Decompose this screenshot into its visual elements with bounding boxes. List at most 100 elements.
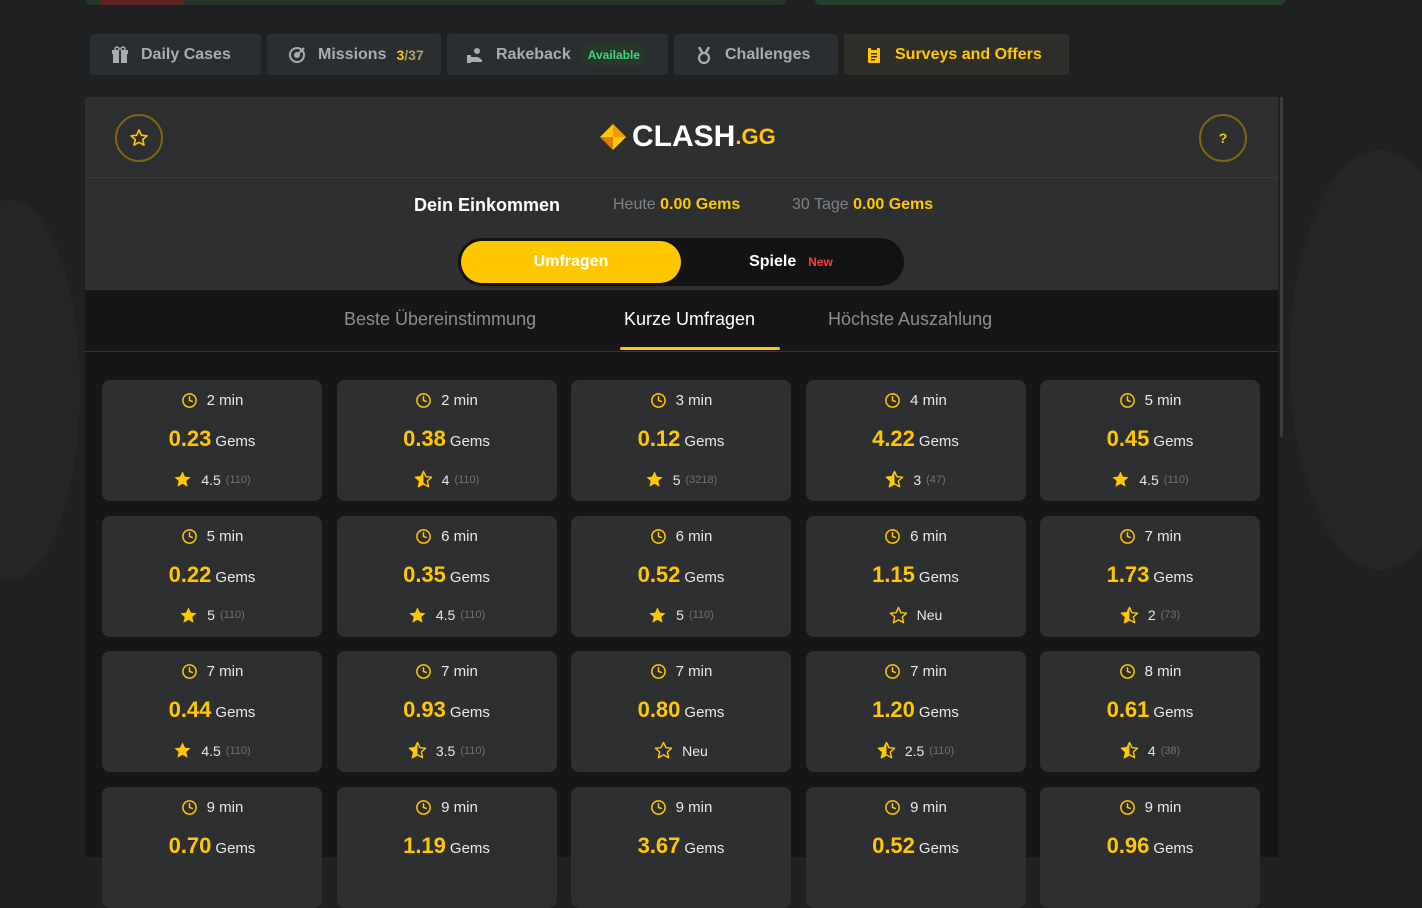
help-button[interactable]: ? [1199,114,1247,162]
survey-card[interactable]: 9 min 0.96 Gems [1040,786,1260,908]
duration-value: 8 min [1144,663,1182,680]
reward-value: 3.67 [637,832,681,858]
duration-value: 7 min [675,663,713,680]
reward-unit: Gems [449,433,490,450]
star-icon [646,471,663,487]
income-today-label: Heute [613,196,656,213]
survey-card[interactable]: 9 min 0.52 Gems [805,786,1026,908]
toggle-umfragen[interactable]: Umfragen [461,241,681,283]
survey-card[interactable]: 9 min 1.19 Gems [336,786,557,908]
rating-count: (110) [1163,473,1189,486]
tab-challenges[interactable]: Challenges [674,34,838,75]
missions-count: 3/37 [396,47,423,63]
background-decoration [0,200,80,580]
duration-value: 6 min [441,527,478,545]
survey-card[interactable]: 7 min 1.20 Gems 2.5 (110) [805,651,1026,772]
survey-card[interactable]: 7 min 1.73 Gems 2 (73) [1040,515,1260,637]
logo-text: CLASH [632,120,736,153]
survey-duration: 6 min [806,528,1026,545]
survey-reward: 0.23 Gems [102,426,322,452]
survey-rating: 4 (110) [337,470,557,489]
survey-reward: 0.93 Gems [337,697,557,723]
reward-unit: Gems [1153,839,1194,857]
scrollbar[interactable] [1280,97,1283,437]
reward-value: 0.70 [168,832,212,858]
survey-reward: 1.20 Gems [806,697,1026,723]
reward-unit: Gems [684,568,725,586]
duration-value: 6 min [675,527,713,545]
rating-value: Neu [682,742,708,759]
reward-value: 0.93 [403,697,446,722]
clock-icon [650,799,666,815]
clock-icon [416,799,432,815]
clock-icon [885,393,901,408]
income-today: Heute 0.00 Gems [613,196,740,214]
survey-rating: 4.5 (110) [102,741,322,760]
survey-reward: 0.96 Gems [1040,833,1260,859]
star-icon [649,606,666,623]
duration-value: 9 min [441,798,478,816]
tab-highest-payout[interactable]: Höchste Auszahlung [828,309,992,330]
clock-icon [181,528,197,544]
star-icon [180,606,197,623]
clock-icon [885,528,901,544]
tab-daily-cases[interactable]: Daily Cases [90,34,261,75]
tab-surveys-and-offers[interactable]: Surveys and Offers [844,34,1069,75]
survey-card[interactable]: 5 min 0.45 Gems 4.5 (110) [1040,380,1260,501]
tab-short-surveys[interactable]: Kurze Umfragen [624,309,755,330]
reward-unit: Gems [449,839,490,857]
reward-value: 0.52 [637,561,681,587]
survey-card[interactable]: 5 min 0.22 Gems 5 (110) [102,515,322,637]
income-summary: Dein Einkommen Heute 0.00 Gems 30 Tage 0… [85,195,1278,217]
survey-card[interactable]: 2 min 0.38 Gems 4 (110) [336,380,557,501]
rating-value: 3.5 [435,742,456,759]
reward-value: 1.19 [403,832,446,858]
target-icon [288,46,306,64]
rating-count: (110) [454,473,480,486]
survey-reward: 4.22 Gems [806,426,1026,452]
half-star-icon [408,741,427,759]
half-star-icon [414,470,432,488]
tab-rakeback[interactable]: Rakeback Available [447,34,668,75]
new-badge: New [808,255,833,269]
survey-card[interactable]: 3 min 0.12 Gems 5 (3218) [571,380,791,501]
survey-reward: 0.44 Gems [102,697,322,723]
rating-count: (110) [225,473,251,486]
survey-reward: 1.15 Gems [806,562,1026,588]
survey-rating: 4.5 (110) [1040,470,1260,489]
survey-card[interactable]: 6 min 0.35 Gems 4.5 (110) [336,515,557,637]
reward-value: 0.45 [1106,426,1150,451]
reward-value: 0.80 [637,697,681,722]
survey-card[interactable]: 7 min 0.93 Gems 3.5 (110) [336,651,557,772]
survey-rating: Neu [571,741,791,760]
tab-missions[interactable]: Missions 3/37 [267,34,441,75]
reward-value: 0.52 [872,832,915,858]
survey-card[interactable]: 4 min 4.22 Gems 3 (47) [805,380,1026,501]
survey-card[interactable]: 2 min 0.23 Gems 4.5 (110) [102,380,322,501]
survey-card[interactable]: 8 min 0.61 Gems 4 (38) [1040,651,1260,772]
survey-card[interactable]: 7 min 0.80 Gems Neu [571,651,791,772]
survey-card[interactable]: 6 min 1.15 Gems Neu [805,515,1026,637]
favorite-button[interactable] [115,114,163,162]
survey-reward: 0.70 Gems [102,833,322,859]
clock-icon [1119,799,1135,815]
survey-card[interactable]: 7 min 0.44 Gems 4.5 (110) [102,651,322,772]
clock-icon [1119,393,1135,408]
duration-value: 7 min [206,663,244,680]
rating-value: 4.5 [201,471,221,488]
survey-card[interactable]: 9 min 3.67 Gems [571,786,791,908]
reward-unit: Gems [1153,433,1194,450]
survey-duration: 8 min [1040,663,1260,680]
toggle-spiele[interactable]: Spiele New [681,241,901,283]
tab-best-match[interactable]: Beste Übereinstimmung [344,309,536,330]
top-banner-edge [815,0,1285,5]
survey-duration: 9 min [571,799,791,816]
survey-card[interactable]: 9 min 0.70 Gems [102,786,322,908]
survey-card[interactable]: 6 min 0.52 Gems 5 (110) [571,515,791,637]
duration-value: 2 min [441,392,478,409]
reward-unit: Gems [1153,704,1194,721]
clock-icon [885,664,901,679]
rating-count: (110) [219,609,245,621]
duration-value: 9 min [1144,798,1182,816]
rating-value: 5 [672,471,681,488]
